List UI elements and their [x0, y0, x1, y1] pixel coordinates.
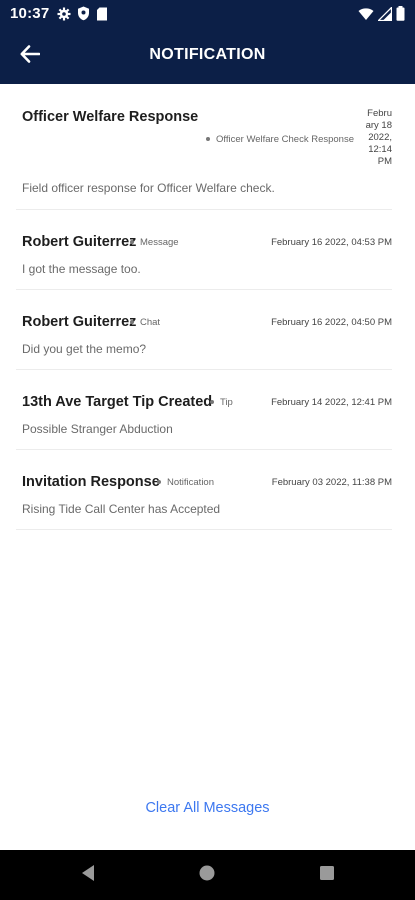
separator-dot [130, 239, 134, 244]
wifi-icon [358, 7, 374, 26]
notification-type-label: Tip [220, 397, 233, 408]
recents-square-icon [319, 865, 335, 886]
nav-back-button[interactable] [76, 863, 100, 887]
sd-card-icon [96, 7, 108, 26]
separator-dot [206, 136, 210, 141]
clear-all-button[interactable]: Clear All Messages [0, 800, 415, 816]
notification-type: Chat [124, 317, 160, 328]
notification-date: February 16 2022, 04:53 PM [271, 237, 392, 248]
notification-type-label: Notification [167, 477, 214, 488]
notification-body: Field officer response for Officer Welfa… [22, 181, 275, 195]
gear-icon [57, 7, 71, 26]
signal-icon [376, 5, 393, 26]
notification-item[interactable]: Invitation Response Notification Februar… [16, 450, 392, 530]
notification-title: Invitation Response [22, 474, 160, 490]
notification-item[interactable]: Officer Welfare Response Officer Welfare… [16, 84, 392, 210]
notification-item[interactable]: 13th Ave Target Tip Created Tip February… [16, 370, 392, 450]
notification-item[interactable]: Robert Guiterrez Message February 16 202… [16, 210, 392, 290]
notification-type-label: Officer Welfare Check Response [216, 134, 354, 145]
notification-body: I got the message too. [22, 262, 141, 276]
separator-dot [210, 399, 214, 404]
status-icons-right [358, 5, 405, 26]
battery-icon [396, 6, 405, 26]
notification-item[interactable]: Robert Guiterrez Chat February 16 2022, … [16, 290, 392, 370]
home-circle-icon [198, 864, 216, 887]
notification-title: Officer Welfare Response [22, 109, 199, 125]
nav-recents-button[interactable] [315, 863, 339, 887]
nav-home-button[interactable] [195, 863, 219, 887]
notification-title: Robert Guiterrez [22, 234, 137, 250]
notification-type: Tip [204, 397, 233, 408]
notification-body: Possible Stranger Abduction [22, 422, 173, 436]
app-bar: NOTIFICATION [0, 28, 415, 84]
notification-type: Officer Welfare Check Response [200, 134, 354, 145]
notification-date: February 16 2022, 04:50 PM [271, 317, 392, 328]
status-time: 10:37 [10, 5, 50, 22]
notification-type-label: Chat [140, 317, 161, 328]
notification-date: February 14 2022, 12:41 PM [271, 397, 392, 408]
separator-dot [130, 319, 134, 324]
notification-type-label: Message [140, 237, 179, 248]
status-bar: 10:37 [0, 0, 415, 28]
notification-type: Message [124, 237, 179, 248]
notification-body: Did you get the memo? [22, 342, 147, 356]
notification-date: February 03 2022, 11:38 PM [271, 477, 392, 488]
notification-list: Officer Welfare Response Officer Welfare… [16, 84, 392, 530]
notification-title: 13th Ave Target Tip Created [22, 394, 213, 410]
notification-body: Rising Tide Call Center has Accepted [22, 502, 221, 516]
page-title: NOTIFICATION [149, 46, 266, 63]
back-triangle-icon [80, 864, 96, 887]
shield-icon [77, 6, 90, 26]
status-icons-left [57, 6, 108, 26]
separator-dot [157, 479, 161, 484]
notification-date: February 18 2022, 12:14 PM [365, 108, 392, 167]
notification-title: Robert Guiterrez [22, 314, 137, 330]
system-nav-bar [0, 850, 415, 900]
notification-type: Notification [151, 477, 214, 488]
